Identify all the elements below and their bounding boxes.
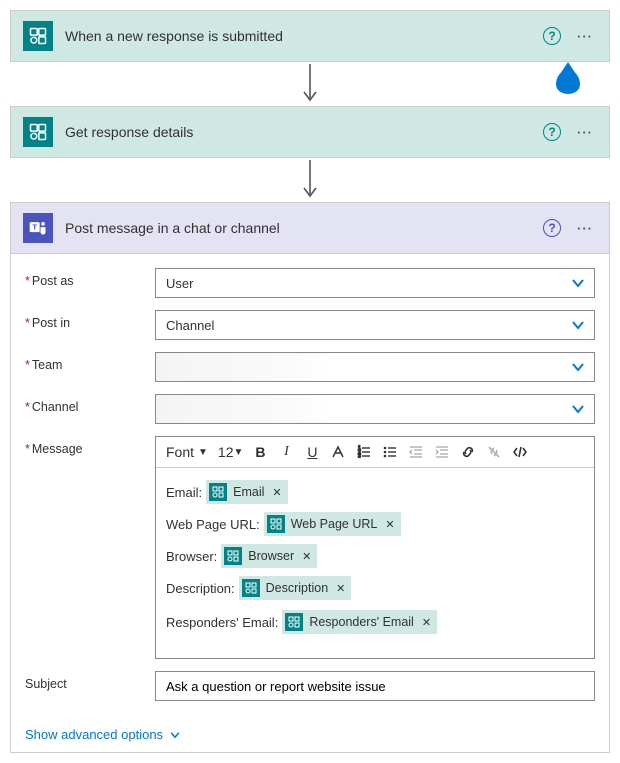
token-label: Description: [266, 581, 329, 595]
chevron-down-icon: ▼: [198, 447, 208, 458]
token-label: Browser: [248, 549, 294, 563]
label-subject: Subject: [25, 671, 145, 691]
select-value: .: [166, 402, 570, 417]
label-channel: *Channel: [25, 394, 145, 414]
forms-icon: [23, 21, 53, 51]
forms-icon: [267, 515, 285, 533]
remove-token-icon[interactable]: ✕: [336, 582, 345, 595]
action-header-post-message[interactable]: T Post message in a chat or channel ? ··…: [11, 203, 609, 254]
action-body: *Post as User *Post in Channel *Team: [11, 254, 609, 752]
forms-icon: [224, 547, 242, 565]
team-select[interactable]: .: [155, 352, 595, 382]
more-icon[interactable]: ···: [573, 221, 597, 236]
remove-token-icon[interactable]: ✕: [302, 550, 311, 563]
editor-toolbar: Font▼ 12▼ B I U 123: [156, 437, 594, 468]
dynamic-token-url[interactable]: Web Page URL ✕: [264, 512, 401, 536]
token-label: Email: [233, 485, 264, 499]
channel-select[interactable]: .: [155, 394, 595, 424]
bold-button[interactable]: B: [249, 441, 271, 463]
action-card-post-message: T Post message in a chat or channel ? ··…: [10, 202, 610, 753]
dynamic-token-description[interactable]: Description ✕: [239, 576, 352, 600]
action-header-trigger[interactable]: When a new response is submitted ? ···: [11, 11, 609, 61]
new-step-indicator-icon[interactable]: [556, 70, 580, 94]
chevron-down-icon: [570, 359, 586, 375]
editor-text: Browser:: [166, 549, 217, 564]
editor-content[interactable]: Email: Email ✕ Web Page URL: Web: [156, 468, 594, 658]
bullet-list-button[interactable]: [379, 441, 401, 463]
help-icon[interactable]: ?: [543, 123, 561, 141]
chevron-down-icon: [570, 401, 586, 417]
dynamic-token-email[interactable]: Email ✕: [206, 480, 287, 504]
action-header-get-details[interactable]: Get response details ? ···: [11, 107, 609, 157]
link-button[interactable]: [457, 441, 479, 463]
post-as-select[interactable]: User: [155, 268, 595, 298]
unlink-button[interactable]: [483, 441, 505, 463]
connector-arrow: [10, 158, 610, 202]
remove-token-icon[interactable]: ✕: [422, 616, 431, 629]
label-message: *Message: [25, 436, 145, 456]
dynamic-token-browser[interactable]: Browser ✕: [221, 544, 317, 568]
remove-token-icon[interactable]: ✕: [385, 518, 394, 531]
help-icon[interactable]: ?: [543, 219, 561, 237]
chevron-down-icon: [570, 275, 586, 291]
select-value: .: [166, 360, 570, 375]
label-post-as: *Post as: [25, 268, 145, 288]
editor-text: Description:: [166, 581, 235, 596]
font-color-button[interactable]: [327, 441, 349, 463]
code-view-button[interactable]: [509, 441, 531, 463]
action-card-get-details: Get response details ? ···: [10, 106, 610, 158]
numbered-list-button[interactable]: 123: [353, 441, 375, 463]
action-title: Post message in a chat or channel: [65, 220, 531, 236]
action-title: When a new response is submitted: [65, 28, 531, 44]
italic-button[interactable]: I: [275, 441, 297, 463]
select-value: Channel: [166, 318, 570, 333]
forms-icon: [242, 579, 260, 597]
forms-icon: [23, 117, 53, 147]
more-icon[interactable]: ···: [573, 29, 597, 44]
teams-icon: T: [23, 213, 53, 243]
more-icon[interactable]: ···: [573, 125, 597, 140]
help-icon[interactable]: ?: [543, 27, 561, 45]
link-label: Show advanced options: [25, 727, 163, 742]
editor-text: Responders' Email:: [166, 615, 278, 630]
remove-token-icon[interactable]: ✕: [272, 486, 281, 499]
select-value: User: [166, 276, 570, 291]
forms-icon: [209, 483, 227, 501]
forms-icon: [285, 613, 303, 631]
action-card-trigger: When a new response is submitted ? ···: [10, 10, 610, 62]
token-label: Web Page URL: [291, 517, 378, 531]
svg-text:3: 3: [358, 454, 361, 460]
chevron-down-icon: ▼: [234, 447, 244, 458]
chevron-down-icon: [570, 317, 586, 333]
editor-text: Web Page URL:: [166, 517, 260, 532]
post-in-select[interactable]: Channel: [155, 310, 595, 340]
label-post-in: *Post in: [25, 310, 145, 330]
svg-text:T: T: [32, 223, 37, 232]
indent-button[interactable]: [431, 441, 453, 463]
font-select[interactable]: Font▼: [162, 442, 212, 462]
outdent-button[interactable]: [405, 441, 427, 463]
token-label: Responders' Email: [309, 615, 414, 629]
message-editor: Font▼ 12▼ B I U 123: [155, 436, 595, 659]
dynamic-token-responder-email[interactable]: Responders' Email ✕: [282, 610, 437, 634]
label-team: *Team: [25, 352, 145, 372]
subject-input[interactable]: [155, 671, 595, 701]
show-advanced-options-link[interactable]: Show advanced options: [25, 727, 181, 742]
action-title: Get response details: [65, 124, 531, 140]
connector-arrow: [10, 62, 610, 106]
editor-text: Email:: [166, 485, 202, 500]
chevron-down-icon: [169, 729, 181, 741]
font-size-select[interactable]: 12▼: [216, 444, 245, 460]
underline-button[interactable]: U: [301, 441, 323, 463]
